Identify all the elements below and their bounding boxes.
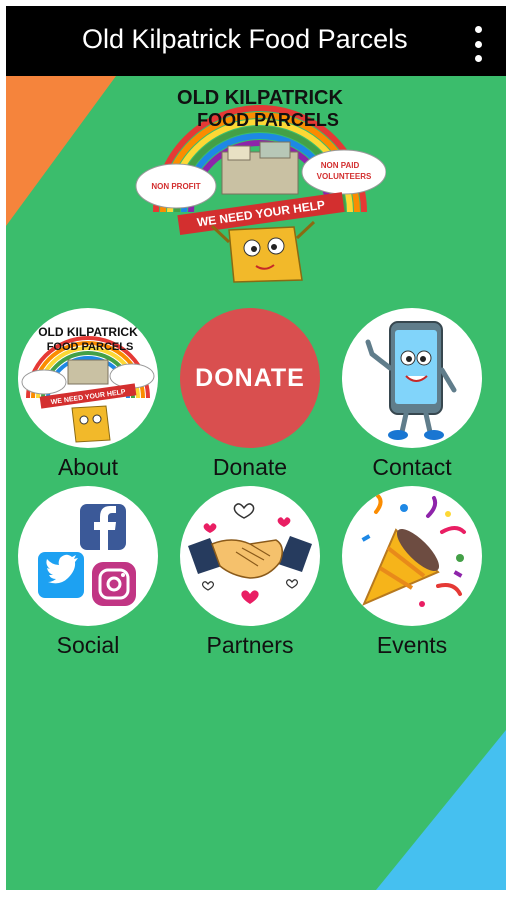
donate-label: Donate	[212, 454, 288, 480]
app-title: Old Kilpatrick Food Parcels	[82, 24, 408, 54]
food-parcels-logo-icon: OLD KILPATRICK FOOD PARCELS WE NEED YOUR…	[18, 308, 158, 448]
party-popper-icon	[342, 486, 482, 626]
handshake-icon	[180, 486, 320, 626]
about-logo-line1: OLD KILPATRICK	[38, 325, 138, 339]
overflow-menu-icon[interactable]	[462, 26, 494, 62]
facebook-icon	[80, 504, 126, 550]
social-label: Social	[56, 632, 120, 658]
social-media-icon	[18, 486, 158, 626]
home-content: OLD KILPATRICK FOOD PARCELS NON PROFIT N…	[6, 76, 506, 890]
header-logo: OLD KILPATRICK FOOD PARCELS NON PROFIT N…	[134, 82, 387, 287]
partners-tile[interactable]: Partners	[180, 486, 320, 659]
donate-tile[interactable]: DONATE Donate	[180, 308, 320, 481]
logo-title-line2: FOOD PARCELS	[197, 110, 339, 130]
about-tile[interactable]: OLD KILPATRICK FOOD PARCELS WE NEED YOUR…	[18, 308, 158, 481]
logo-volunteers: VOLUNTEERS	[317, 172, 372, 181]
logo-non-paid: NON PAID	[321, 161, 360, 170]
about-logo-line2: FOOD PARCELS	[47, 341, 134, 353]
blue-corner-decoration	[376, 730, 506, 890]
twitter-icon	[38, 552, 84, 598]
events-label: Events	[376, 632, 448, 658]
partners-label: Partners	[206, 632, 294, 658]
logo-non-profit: NON PROFIT	[151, 182, 200, 191]
about-label: About	[57, 454, 119, 480]
logo-banner: WE NEED YOUR HELP	[196, 198, 326, 230]
events-tile[interactable]: Events	[342, 486, 482, 659]
logo-title-line1: OLD KILPATRICK	[177, 87, 343, 109]
contact-tile[interactable]: Contact	[342, 308, 482, 481]
instagram-icon	[92, 562, 136, 606]
social-tile[interactable]: Social	[18, 486, 158, 659]
donate-badge-text: DONATE	[195, 363, 305, 392]
app-bar: Old Kilpatrick Food Parcels	[6, 6, 506, 76]
orange-corner-decoration	[6, 76, 116, 226]
phone-mascot-icon	[342, 308, 482, 448]
contact-label: Contact	[372, 454, 452, 480]
donate-icon: DONATE	[180, 308, 320, 448]
phone-screen: Old Kilpatrick Food Parcels OLD KILPATRI…	[0, 0, 512, 900]
